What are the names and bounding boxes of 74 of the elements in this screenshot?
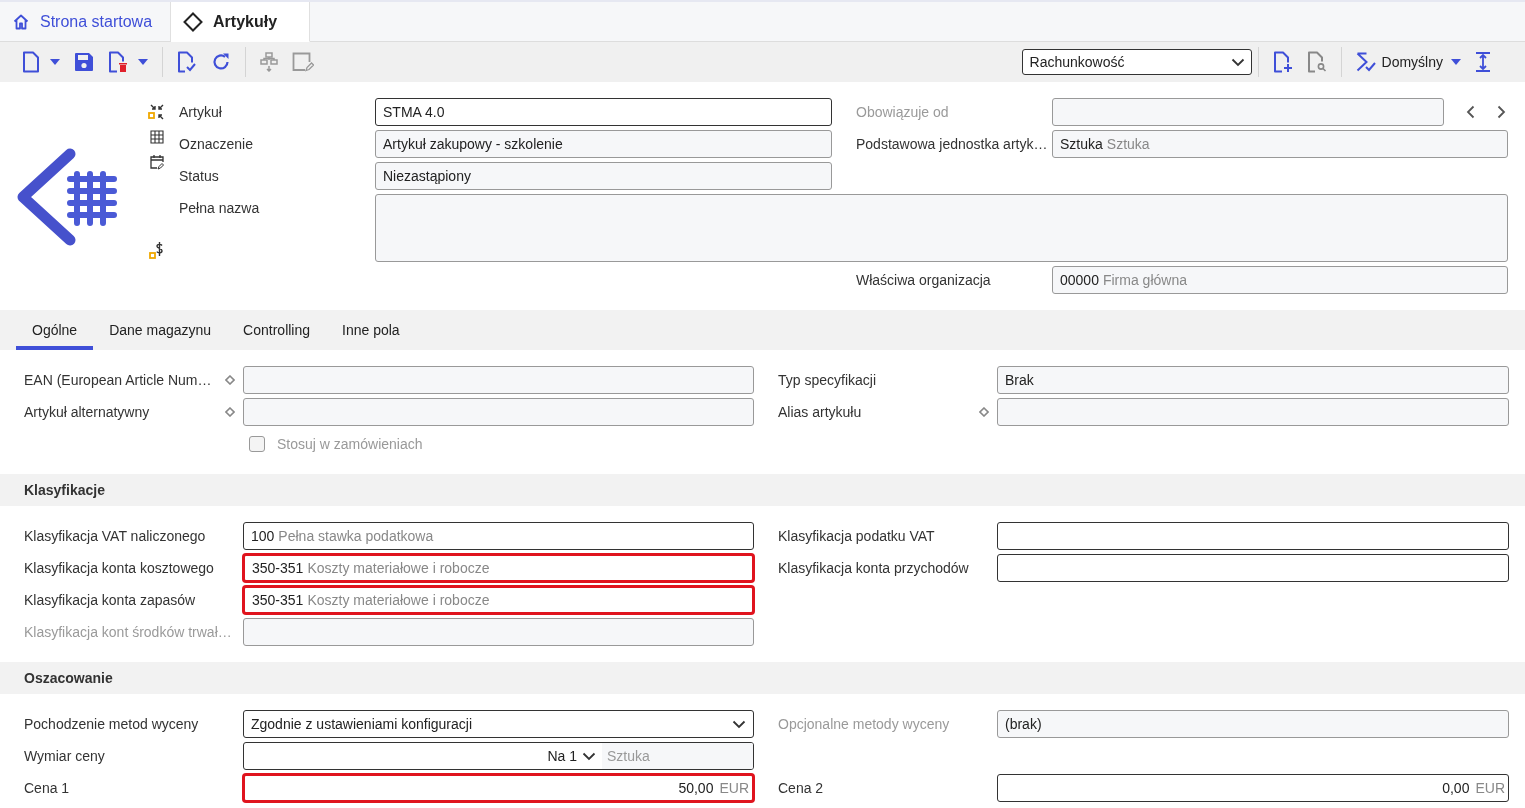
field-label: Klasyfikacja konta zapasów — [24, 592, 196, 608]
amount-field[interactable]: 50,00 EUR — [243, 774, 754, 802]
view-dropdown[interactable]: Rachunkowość — [1021, 49, 1252, 75]
diamond-icon — [183, 11, 204, 32]
delete-document-icon[interactable] — [108, 51, 128, 73]
field-label: Klasyfikacja konta przychodów — [778, 560, 969, 576]
text-field[interactable] — [997, 554, 1509, 582]
app-tab[interactable]: Artykuły — [171, 2, 311, 42]
field-label: Typ specyfikacji — [778, 372, 877, 388]
field-label: Pełna nazwa — [179, 200, 260, 216]
new-document-icon[interactable] — [22, 51, 40, 73]
text-field[interactable] — [997, 522, 1509, 550]
field-label: Podstawowa jednostka artyk… — [856, 136, 1048, 152]
dollar-icon[interactable] — [149, 240, 165, 260]
dropdown-field[interactable]: Zgodnie z ustawieniami konfiguracji — [243, 710, 754, 738]
expand-height-icon[interactable] — [1475, 52, 1491, 72]
text-field[interactable]: STMA 4.0 — [375, 98, 832, 126]
previous-icon[interactable] — [1466, 105, 1475, 119]
section-tab[interactable]: Dane magazynu — [93, 310, 228, 350]
field-label: Klasyfikacja kont środków trwał… — [24, 624, 232, 640]
text-field[interactable] — [997, 398, 1509, 426]
field-label: Klasyfikacja VAT naliczonego — [24, 528, 206, 544]
section-tab[interactable]: Ogólne — [16, 310, 94, 350]
grid-icon[interactable] — [150, 130, 164, 144]
section-header: Klasyfikacje — [0, 474, 1525, 506]
text-field[interactable]: 100 Pełna stawka podatkowa — [243, 522, 754, 550]
next-icon[interactable] — [1497, 105, 1506, 119]
field-label: Cena 1 — [24, 780, 70, 796]
add-document-icon[interactable] — [1272, 51, 1293, 73]
profile-button[interactable]: Domyślny — [1355, 52, 1443, 72]
text-field[interactable] — [243, 398, 754, 426]
field-label: Obowiązuje od — [856, 104, 949, 120]
document-search-icon[interactable] — [1306, 51, 1327, 73]
layout-check-icon — [1355, 52, 1376, 72]
document-check-icon[interactable] — [177, 51, 197, 73]
text-field[interactable] — [243, 366, 754, 394]
field-label: Cena 2 — [778, 780, 824, 796]
refresh-icon[interactable] — [211, 52, 231, 72]
field-label: Klasyfikacja podatku VAT — [778, 528, 935, 544]
field-label: Wymiar ceny — [24, 748, 105, 764]
field-label: Status — [179, 168, 219, 184]
save-icon[interactable] — [74, 52, 94, 72]
text-field[interactable]: Niezastąpiony — [375, 162, 832, 190]
amount-field[interactable]: 0,00 EUR — [997, 774, 1509, 802]
field-label: Klasyfikacja konta kosztowego — [24, 560, 214, 576]
text-field[interactable]: Brak — [997, 366, 1509, 394]
section-tab[interactable]: Inne pola — [326, 310, 416, 350]
section-header: Oszacowanie — [0, 662, 1525, 694]
caret-icon[interactable] — [138, 59, 148, 65]
caret-icon[interactable] — [1451, 59, 1461, 65]
chevron-down-icon — [732, 719, 746, 729]
field-label: Pochodzenie metod wyceny — [24, 716, 199, 732]
text-field[interactable]: 00000 Firma główna — [1052, 266, 1508, 294]
caret-icon[interactable] — [50, 59, 60, 65]
text-field[interactable]: Sztuka Sztuka — [1052, 130, 1508, 158]
price-unit-field[interactable]: Na 1 Sztuka — [243, 742, 754, 770]
home-icon — [12, 12, 30, 31]
text-field[interactable]: 350-351 Koszty materiałowe i robocze — [243, 586, 754, 614]
chevron-down-icon — [582, 751, 596, 761]
field-label: Artykuł — [179, 104, 222, 120]
checkbox-label: Stosuj w zamówieniach — [277, 436, 423, 452]
text-area[interactable] — [375, 194, 1508, 262]
text-field[interactable]: 350-351 Koszty materiałowe i robocze — [243, 554, 754, 582]
text-field[interactable]: Artykuł zakupowy - szkolenie — [375, 130, 832, 158]
field-label: Właściwa organizacja — [856, 272, 991, 288]
field-label: Oznaczenie — [179, 136, 253, 152]
section-tab[interactable]: Controlling — [227, 310, 327, 350]
field-label: Alias artykułu — [778, 404, 862, 420]
calendar-edit-icon[interactable] — [150, 154, 164, 170]
field-label: Opcjonalne metody wyceny — [778, 716, 950, 732]
field-label: Artykuł alternatywny — [24, 404, 150, 420]
chevron-down-icon — [1230, 57, 1245, 67]
collapse-icon[interactable] — [148, 104, 166, 120]
field-label: EAN (European Article Num… — [24, 372, 212, 388]
